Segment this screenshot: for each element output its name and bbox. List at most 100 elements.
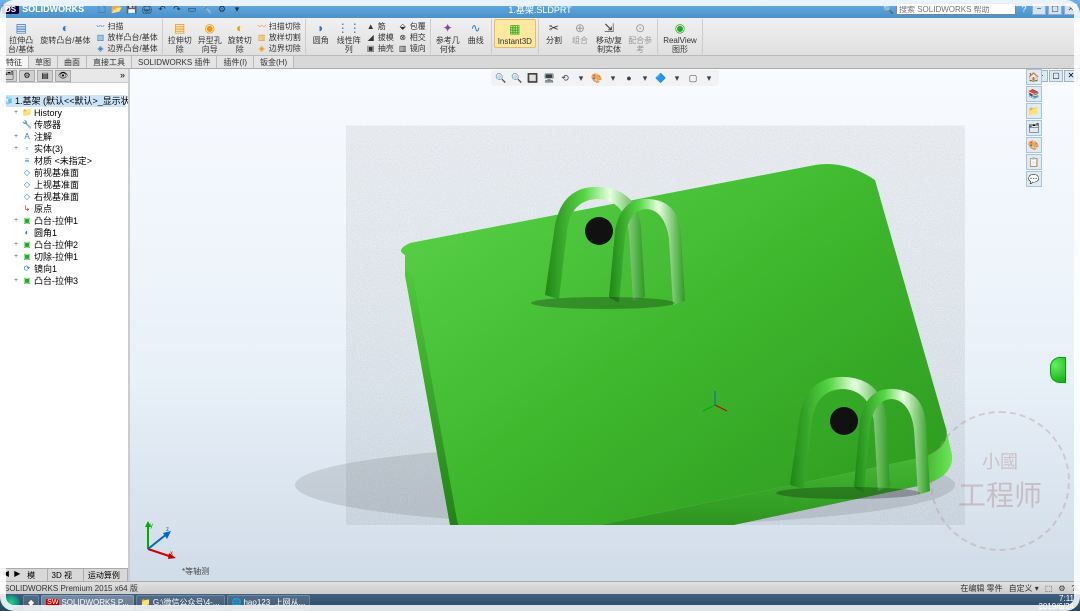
tab-sketch[interactable]: 草图 — [29, 56, 58, 68]
taskbar-browser[interactable]: 🌐hao123_上网从... — [227, 595, 311, 610]
tree-item[interactable]: ◐圆角1 — [2, 227, 126, 239]
qat-options-icon[interactable]: ⚙ — [215, 2, 229, 16]
tab-features[interactable]: 特征 — [0, 56, 29, 68]
tree-item[interactable]: ◇前视基准面 — [2, 167, 126, 179]
taskbar-explorer[interactable]: 📁G:\微信公众号\4-... — [136, 595, 225, 610]
task-pane-expand-handle[interactable] — [1050, 357, 1066, 383]
boundary-cut-button[interactable]: ◈边界切除 — [255, 43, 303, 54]
curves-button[interactable]: ∿曲线 — [463, 19, 489, 55]
hud-zoom-fit-icon[interactable]: 🔍 — [494, 71, 508, 85]
loft-button[interactable]: ▥放样凸台/基体 — [93, 32, 159, 43]
fillet-button[interactable]: ◗圆角 — [308, 19, 334, 55]
hud-view-orient-icon[interactable]: ⟲ — [558, 71, 572, 85]
view-triad[interactable]: y x z — [138, 519, 178, 559]
hole-wizard-button[interactable]: ◉异型孔向导 — [195, 19, 225, 55]
boundary-button[interactable]: ◈边界凸台/基体 — [93, 43, 159, 54]
reference-geometry-button[interactable]: ✦参考几何体 — [433, 19, 463, 55]
qat-new-icon[interactable]: 🗋 — [95, 2, 109, 16]
hud-dd1-icon[interactable]: ▾ — [574, 71, 588, 85]
motion-tab-prev[interactable]: ◀ — [0, 569, 12, 581]
qat-more-icon[interactable]: ▾ — [230, 2, 244, 16]
qat-open-icon[interactable]: 📂 — [110, 2, 124, 16]
linear-pattern-button[interactable]: ⋮⋮线性阵列 — [334, 19, 364, 55]
taskpane-forum-icon[interactable]: 💬 — [1026, 171, 1042, 187]
revolve-boss-button[interactable]: ◐旋转凸台/基体 — [37, 19, 93, 55]
start-button[interactable] — [2, 595, 20, 610]
hud-section-icon[interactable]: 🖥 — [542, 71, 556, 85]
taskpane-appearances-icon[interactable]: 🎨 — [1026, 137, 1042, 153]
help-search-input[interactable] — [896, 3, 1016, 15]
tree-item[interactable]: ◇右视基准面 — [2, 191, 126, 203]
close-button[interactable]: ✕ — [1064, 3, 1078, 15]
hud-zoom-area-icon[interactable]: 🔍 — [510, 71, 524, 85]
maximize-button[interactable]: ▢ — [1048, 3, 1062, 15]
hud-dd5-icon[interactable]: ▾ — [702, 71, 716, 85]
hud-hide-show-icon[interactable]: ● — [622, 71, 636, 85]
panel-collapse-button[interactable]: » — [120, 70, 127, 81]
motion-tab-next[interactable]: ▶ — [12, 569, 24, 581]
sweep-button[interactable]: 〰扫描 — [93, 21, 159, 32]
panel-tab-property-icon[interactable]: ⚙ — [19, 70, 35, 82]
tree-item[interactable]: 🔧传感器 — [2, 119, 126, 131]
tree-item[interactable]: +A注解 — [2, 131, 126, 143]
hud-dd3-icon[interactable]: ▾ — [638, 71, 652, 85]
qat-print-icon[interactable]: 🖨 — [140, 2, 154, 16]
tree-item[interactable]: +📁History — [2, 107, 126, 119]
expand-icon[interactable]: + — [12, 107, 20, 119]
tree-item[interactable]: ↳原点 — [2, 203, 126, 215]
hud-dd2-icon[interactable]: ▾ — [606, 71, 620, 85]
taskpane-custom-props-icon[interactable]: 📋 — [1026, 154, 1042, 170]
hud-scene-icon[interactable]: ▢ — [686, 71, 700, 85]
tree-item[interactable]: ⟳镜向1 — [2, 263, 126, 275]
hud-display-style-icon[interactable]: 🎨 — [590, 71, 604, 85]
status-units-button[interactable]: 自定义 ▾ — [1009, 583, 1039, 594]
sweep-cut-button[interactable]: 〰扫描切除 — [255, 21, 303, 32]
tree-item[interactable]: +▣凸台-拉伸3 — [2, 275, 126, 287]
instant3d-button[interactable]: ▦Instant3D — [494, 19, 536, 48]
taskpane-view-palette-icon[interactable]: 🗂 — [1026, 120, 1042, 136]
tree-item[interactable]: +▣切除-拉伸1 — [2, 251, 126, 263]
graphics-viewport[interactable]: 🔍 🔍 🔲 🖥 ⟲ ▾ 🎨 ▾ ● ▾ 🔷 ▾ ▢ ▾ − ▢ ✕ — [130, 69, 1080, 581]
tree-item[interactable]: +▣凸台-拉伸1 — [2, 215, 126, 227]
split-button[interactable]: ✂分割 — [541, 19, 567, 55]
qat-undo-icon[interactable]: ↶ — [155, 2, 169, 16]
tree-root[interactable]: 🧊 1.基架 (默认<<默认>_显示状态 1 — [2, 95, 126, 107]
panel-tab-config-icon[interactable]: ▤ — [37, 70, 53, 82]
tab-surfaces[interactable]: 曲面 — [58, 56, 87, 68]
loft-cut-button[interactable]: ▥放样切割 — [255, 32, 303, 43]
expand-icon[interactable]: + — [12, 215, 20, 227]
qat-select-icon[interactable]: ▭ — [185, 2, 199, 16]
tree-item[interactable]: +▫实体(3) — [2, 143, 126, 155]
expand-icon[interactable]: + — [12, 251, 20, 263]
tab-sheetmetal[interactable]: 钣金(H) — [254, 56, 294, 68]
motion-tab-3dview[interactable]: 3D 视图 — [48, 569, 84, 581]
status-help-icon[interactable]: ? — [1072, 584, 1076, 593]
extrude-boss-button[interactable]: ▤拉伸凸台/基体 — [5, 19, 37, 55]
hud-dd4-icon[interactable]: ▾ — [670, 71, 684, 85]
tab-direct-edit[interactable]: 直接工具 — [87, 56, 132, 68]
intersect-button[interactable]: ⊗相交 — [396, 32, 428, 43]
taskbar-solidworks[interactable]: SWSOLIDWORKS P... — [41, 595, 134, 610]
mirror-button[interactable]: ▥镜向 — [396, 43, 428, 54]
inner-close-button[interactable]: ✕ — [1064, 70, 1078, 82]
tree-item[interactable]: ◇上视基准面 — [2, 179, 126, 191]
qat-rebuild-icon[interactable]: 🔧 — [200, 2, 214, 16]
tree-item[interactable]: +▣凸台-拉伸2 — [2, 239, 126, 251]
mate-ref-button[interactable]: ⊙配合参考 — [625, 19, 655, 55]
motion-tab-study[interactable]: 运动算例1 — [84, 569, 128, 581]
tree-item[interactable]: ≡材质 <未指定> — [2, 155, 126, 167]
taskpane-design-library-icon[interactable]: 📚 — [1026, 86, 1042, 102]
expand-icon[interactable]: + — [12, 275, 20, 287]
hud-prev-view-icon[interactable]: 🔲 — [526, 71, 540, 85]
tab-addins[interactable]: SOLIDWORKS 插件 — [132, 56, 217, 68]
expand-icon[interactable]: + — [12, 131, 20, 143]
taskpane-file-explorer-icon[interactable]: 📁 — [1026, 103, 1042, 119]
help-icon[interactable]: ? — [1018, 4, 1030, 14]
draft-button[interactable]: ◢拔模 — [364, 32, 396, 43]
system-clock[interactable]: 7:11 2019/6/24 — [1038, 595, 1078, 611]
minimize-button[interactable]: − — [1032, 3, 1046, 15]
taskpane-resources-icon[interactable]: 🏠 — [1026, 69, 1042, 85]
realview-button[interactable]: ◉RealView图形 — [660, 19, 700, 55]
combine-button[interactable]: ⊕组合 — [567, 19, 593, 55]
revolve-cut-button[interactable]: ◐旋转切除 — [225, 19, 255, 55]
